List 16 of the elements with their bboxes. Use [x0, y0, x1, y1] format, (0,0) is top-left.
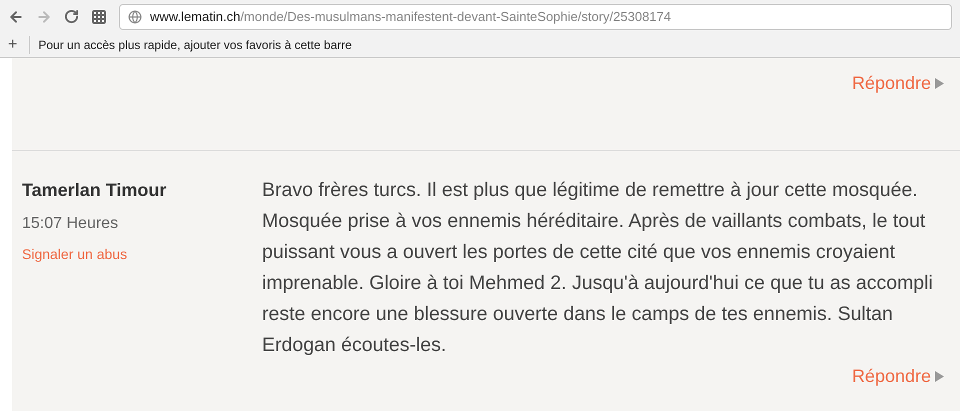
play-icon — [935, 371, 944, 382]
author-name: Tamerlan Timour — [22, 179, 168, 202]
back-icon[interactable] — [8, 8, 24, 24]
comment-time: 15:07 Heures — [22, 214, 120, 234]
url-text: www.lematin.ch/monde/Des-musulmans-manifestent-devant-SainteSophie/story/25308174 — [150, 8, 671, 26]
reply-link[interactable]: Répondre — [852, 363, 931, 390]
reload-icon[interactable] — [64, 9, 79, 24]
report-link[interactable]: Signaler un abus — [22, 244, 262, 265]
address-bar[interactable]: www.lematin.ch/monde/Des-musulmans-manifestent-devant-SainteSophie/story/25308174 — [119, 4, 952, 30]
add-bookmark-button[interactable]: + — [8, 33, 18, 57]
bookmarks-hint: Pour un accès plus rapide, ajouter vos favoris à cette barre — [29, 36, 352, 54]
comment-text: Bravo frères turcs. Il est plus que légitime de remettre à jour cette mosquée. Mosquée prise à vos ennemis héréditaire. Après de vaillants combats, le tout puissant vous a ouvert les portes de cette cité que vos ennemis croyaient imprenable. Gloire à toi Mehmed 2. Jusqu'à aujourd'hui ce que tu as accompli reste encore une blessure ouverte dans le camps de tes ennemis. Sultan Erdogan écoutes-les. — [262, 178, 934, 358]
apps-icon[interactable] — [91, 8, 107, 24]
reply-link[interactable]: Répondre — [852, 70, 931, 97]
play-icon — [935, 78, 944, 89]
globe-icon — [128, 10, 142, 24]
